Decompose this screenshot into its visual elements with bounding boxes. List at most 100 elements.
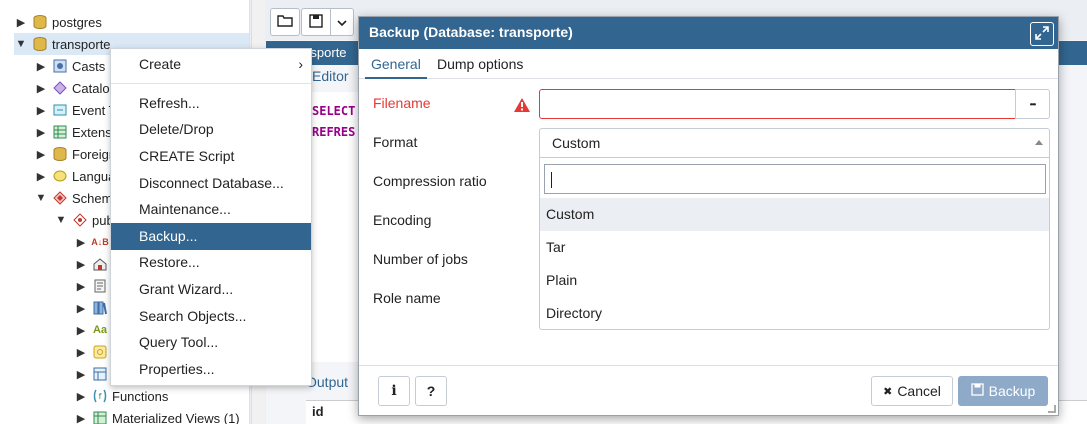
caret-up-icon bbox=[1035, 140, 1043, 145]
chevron-right-icon[interactable]: ▶ bbox=[34, 104, 48, 117]
chevron-right-icon[interactable]: ▶ bbox=[74, 236, 88, 249]
format-selected-value: Custom bbox=[552, 135, 601, 151]
chevron-right-icon[interactable]: ▶ bbox=[74, 368, 88, 381]
format-option-plain[interactable]: Plain bbox=[540, 264, 1049, 297]
chevron-right-icon[interactable]: ▶ bbox=[34, 148, 48, 161]
tree-node-materialized-views[interactable]: ▶ Materialized Views (1) bbox=[74, 407, 240, 424]
editor-tab[interactable]: Editor bbox=[312, 68, 349, 84]
backup-label: Backup bbox=[988, 383, 1036, 399]
format-option-tar[interactable]: Tar bbox=[540, 231, 1049, 264]
filename-input[interactable] bbox=[539, 89, 1016, 119]
chevron-down-icon[interactable]: ▼ bbox=[54, 214, 68, 226]
materialized-views-icon bbox=[92, 411, 108, 424]
menu-item-refresh[interactable]: Refresh... bbox=[111, 90, 311, 117]
tree-node-schemas[interactable]: ▼ Schem bbox=[34, 187, 113, 209]
languages-icon bbox=[52, 169, 68, 183]
tree-node-event-triggers[interactable]: ▶ Event T bbox=[34, 99, 117, 121]
dialog-footer: i ? ✖ Cancel Backup bbox=[359, 365, 1058, 415]
help-icon: ? bbox=[426, 383, 436, 399]
chevron-right-icon[interactable]: ▶ bbox=[34, 82, 48, 95]
tree-node-fts-templates[interactable]: ▶ bbox=[74, 341, 112, 363]
save-file-button[interactable] bbox=[301, 8, 331, 36]
tree-node-extensions[interactable]: ▶ Extens bbox=[34, 121, 112, 143]
menu-item-create-script[interactable]: CREATE Script bbox=[111, 143, 311, 170]
tree-node-fts-dictionaries[interactable]: ▶ bbox=[74, 297, 112, 319]
tree-node-casts[interactable]: ▶ Casts bbox=[34, 55, 105, 77]
dialog-title: Backup (Database: transporte) bbox=[369, 24, 573, 40]
chevron-right-icon[interactable]: ▶ bbox=[34, 170, 48, 183]
chevron-right-icon[interactable]: ▶ bbox=[14, 16, 28, 29]
menu-item-create[interactable]: Create › bbox=[111, 51, 311, 78]
menu-item-disconnect[interactable]: Disconnect Database... bbox=[111, 170, 311, 197]
tree-node-domains[interactable]: ▶ bbox=[74, 253, 112, 275]
database-icon bbox=[32, 37, 48, 51]
tree-node-label: postgres bbox=[52, 14, 102, 30]
tree-node-label: transporte bbox=[52, 36, 111, 52]
schemas-icon bbox=[52, 191, 68, 205]
chevron-right-icon[interactable]: ▶ bbox=[74, 302, 88, 315]
format-select[interactable]: Custom bbox=[539, 128, 1050, 158]
output-tab[interactable]: Output bbox=[306, 374, 348, 390]
tree-node-languages[interactable]: ▶ Langua bbox=[34, 165, 116, 187]
sql-line-2: REFRES bbox=[312, 125, 356, 139]
tree-node-fts-parsers[interactable]: ▶ Aa bbox=[74, 319, 112, 341]
ellipsis-icon: ••• bbox=[1029, 99, 1036, 109]
backup-button[interactable]: Backup bbox=[958, 376, 1048, 406]
sql-line-1: SELECT bbox=[312, 104, 356, 118]
cancel-label: Cancel bbox=[897, 383, 941, 399]
menu-item-restore[interactable]: Restore... bbox=[111, 249, 311, 276]
context-menu: Create › Refresh... Delete/Drop CREATE S… bbox=[110, 48, 312, 386]
format-label: Format bbox=[373, 134, 418, 150]
tree-node-label: Materialized Views (1) bbox=[112, 410, 240, 424]
tree-node-collations[interactable]: ▶ A↓B bbox=[74, 231, 112, 253]
chevron-right-icon[interactable]: ▶ bbox=[74, 324, 88, 337]
tree-node-label: Functions bbox=[112, 388, 169, 404]
tree-node-foreign-tables[interactable]: ▶ bbox=[74, 363, 112, 385]
chevron-right-icon[interactable]: ▶ bbox=[34, 60, 48, 73]
menu-item-label: Create bbox=[139, 56, 182, 72]
cancel-button[interactable]: ✖ Cancel bbox=[871, 376, 953, 406]
chevron-down-icon[interactable]: ▼ bbox=[14, 38, 28, 50]
maximize-button[interactable] bbox=[1030, 22, 1054, 46]
collations-icon: A↓B bbox=[91, 237, 109, 247]
column-header-id[interactable]: id bbox=[312, 404, 324, 419]
menu-separator bbox=[111, 83, 311, 84]
menu-item-backup[interactable]: Backup... bbox=[111, 223, 311, 250]
tab-dump-options[interactable]: Dump options bbox=[431, 49, 529, 79]
menu-item-properties[interactable]: Properties... bbox=[111, 356, 311, 383]
info-button[interactable]: i bbox=[378, 376, 410, 406]
chevron-right-icon[interactable]: ▶ bbox=[74, 258, 88, 271]
menu-item-search-objects[interactable]: Search Objects... bbox=[111, 303, 311, 330]
tree-node-functions[interactable]: ▶ f Functions bbox=[74, 385, 169, 407]
menu-item-grant-wizard[interactable]: Grant Wizard... bbox=[111, 276, 311, 303]
browse-file-button[interactable]: ••• bbox=[1015, 89, 1050, 119]
menu-item-query-tool[interactable]: Query Tool... bbox=[111, 329, 311, 356]
chevron-right-icon[interactable]: ▶ bbox=[74, 412, 88, 424]
chevron-right-icon[interactable]: ▶ bbox=[34, 126, 48, 139]
menu-item-delete-drop[interactable]: Delete/Drop bbox=[111, 116, 311, 143]
expand-icon bbox=[1035, 25, 1049, 43]
dialog-title-bar[interactable]: Backup (Database: transporte) bbox=[359, 17, 1058, 49]
tree-node-public[interactable]: ▼ pub bbox=[54, 209, 114, 231]
svg-text:f: f bbox=[99, 392, 102, 401]
tab-general[interactable]: General bbox=[365, 49, 427, 79]
info-icon: i bbox=[391, 383, 397, 399]
chevron-right-icon[interactable]: ▶ bbox=[74, 390, 88, 403]
foreign-data-icon bbox=[52, 147, 68, 161]
open-file-button[interactable] bbox=[270, 8, 300, 36]
save-options-dropdown[interactable] bbox=[330, 8, 354, 36]
help-button[interactable]: ? bbox=[415, 376, 447, 406]
tree-node-foreign-data[interactable]: ▶ Foreigr bbox=[34, 143, 113, 165]
chevron-down-icon[interactable]: ▼ bbox=[34, 192, 48, 204]
tree-node-fts-configurations[interactable]: ▶ bbox=[74, 275, 112, 297]
chevron-right-icon[interactable]: ▶ bbox=[74, 346, 88, 359]
menu-item-maintenance[interactable]: Maintenance... bbox=[111, 196, 311, 223]
format-option-custom[interactable]: Custom bbox=[540, 198, 1049, 231]
format-option-directory[interactable]: Directory bbox=[540, 297, 1049, 330]
dropdown-search-input[interactable] bbox=[544, 164, 1046, 194]
tree-node-catalogs[interactable]: ▶ Catalog bbox=[34, 77, 117, 99]
backup-dialog: Backup (Database: transporte) General Du… bbox=[358, 16, 1059, 416]
tree-node-postgres[interactable]: ▶ postgres bbox=[14, 11, 102, 33]
resize-grip[interactable] bbox=[1048, 405, 1056, 413]
chevron-right-icon[interactable]: ▶ bbox=[74, 280, 88, 293]
